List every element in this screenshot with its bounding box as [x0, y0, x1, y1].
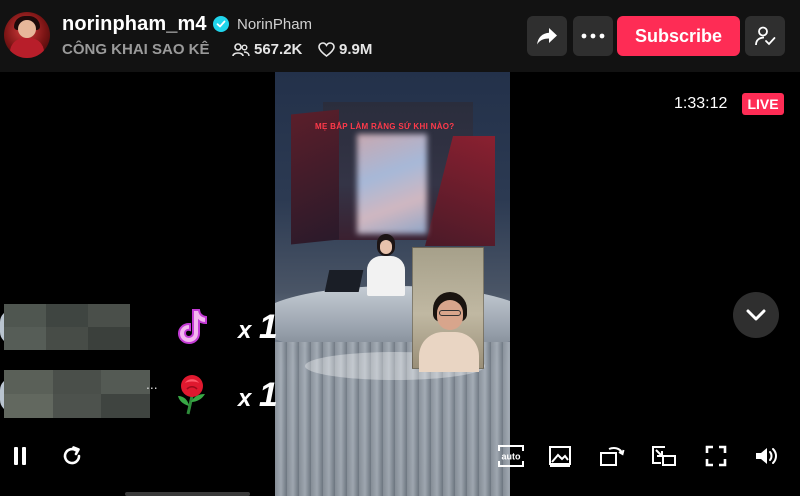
- auto-label: auto: [502, 452, 522, 462]
- laptop: [324, 270, 364, 292]
- guest-video-pip[interactable]: [412, 247, 484, 372]
- gift-count-prefix: x: [238, 385, 251, 412]
- chevron-down-icon: [746, 309, 766, 321]
- rotate-button[interactable]: [598, 442, 626, 470]
- gift-count-value: 1: [258, 376, 278, 414]
- fullscreen-button[interactable]: [702, 442, 730, 470]
- auto-quality-icon: auto: [498, 445, 524, 467]
- anchor-shirt: [367, 256, 405, 296]
- stream-header: norinpham_m4 NorinPham CÔNG KHAI SAO KÊ …: [0, 0, 800, 72]
- stream-duration: 1:33:12: [674, 95, 728, 112]
- image-button[interactable]: [546, 442, 574, 470]
- refresh-icon: [63, 446, 81, 465]
- refresh-button[interactable]: [58, 442, 86, 470]
- blurred-photo: [357, 134, 427, 234]
- share-icon: [537, 28, 557, 45]
- live-stage: MẸ BẮP LÀM RĂNG SỨ KHI NÀO? 1:33:12 LIVE: [0, 72, 800, 496]
- like-count: 9.9M: [318, 41, 372, 58]
- avatar-dress: [10, 38, 44, 58]
- streamer-nickname: NorinPham: [237, 16, 313, 33]
- heart-icon: [318, 42, 335, 57]
- gift-notification: ... x 1: [0, 370, 290, 420]
- scroll-down-button[interactable]: [733, 292, 779, 338]
- share-button[interactable]: [527, 16, 567, 56]
- gift-count-value: 1: [258, 308, 278, 346]
- stream-title: CÔNG KHAI SAO KÊ: [62, 41, 210, 58]
- picture-in-picture-icon: [652, 446, 676, 466]
- rose-gift-icon: [172, 372, 212, 416]
- fullscreen-icon: [705, 445, 727, 467]
- gift-name-truncation: ...: [146, 376, 158, 392]
- image-icon: [549, 446, 571, 467]
- news-anchor: [363, 232, 409, 296]
- verified-icon: [213, 16, 229, 32]
- profile-check-icon: [755, 26, 776, 46]
- viewers-icon: [232, 42, 250, 56]
- streamer-username[interactable]: norinpham_m4: [62, 13, 207, 36]
- auto-quality-button[interactable]: auto: [496, 442, 526, 470]
- viewer-count-value: 567.2K: [254, 41, 303, 58]
- live-badge: LIVE: [742, 93, 784, 115]
- guest-body: [419, 332, 479, 372]
- streamer-avatar[interactable]: [4, 12, 50, 58]
- gift-count: x 1: [238, 308, 278, 347]
- gift-count: x 1: [238, 376, 278, 415]
- pause-icon: [14, 447, 26, 465]
- more-icon: [581, 33, 605, 39]
- anchor-face: [380, 240, 392, 254]
- subscribe-button[interactable]: Subscribe: [617, 16, 740, 56]
- picture-in-picture-button[interactable]: [650, 442, 678, 470]
- scroll-indicator[interactable]: [125, 492, 250, 496]
- pause-button[interactable]: [6, 442, 34, 470]
- guest-glasses: [439, 310, 461, 316]
- rotate-icon: [600, 447, 625, 466]
- tiktok-music-note-gift-icon: [172, 304, 212, 348]
- volume-icon: [756, 448, 777, 464]
- profile-check-button[interactable]: [745, 16, 785, 56]
- censored-sender-name: [4, 370, 150, 418]
- avatar-face: [18, 20, 36, 38]
- viewer-count: 567.2K: [232, 41, 302, 58]
- gift-count-prefix: x: [238, 317, 251, 344]
- screen-caption: MẸ BẮP LÀM RĂNG SỨ KHI NÀO?: [315, 122, 455, 131]
- more-options-button[interactable]: [573, 16, 613, 56]
- censored-sender-name: [4, 304, 130, 350]
- volume-button[interactable]: [752, 442, 780, 470]
- live-video[interactable]: MẸ BẮP LÀM RĂNG SỨ KHI NÀO?: [275, 72, 510, 496]
- gift-notification: x 1: [0, 302, 290, 352]
- like-count-value: 9.9M: [339, 41, 373, 58]
